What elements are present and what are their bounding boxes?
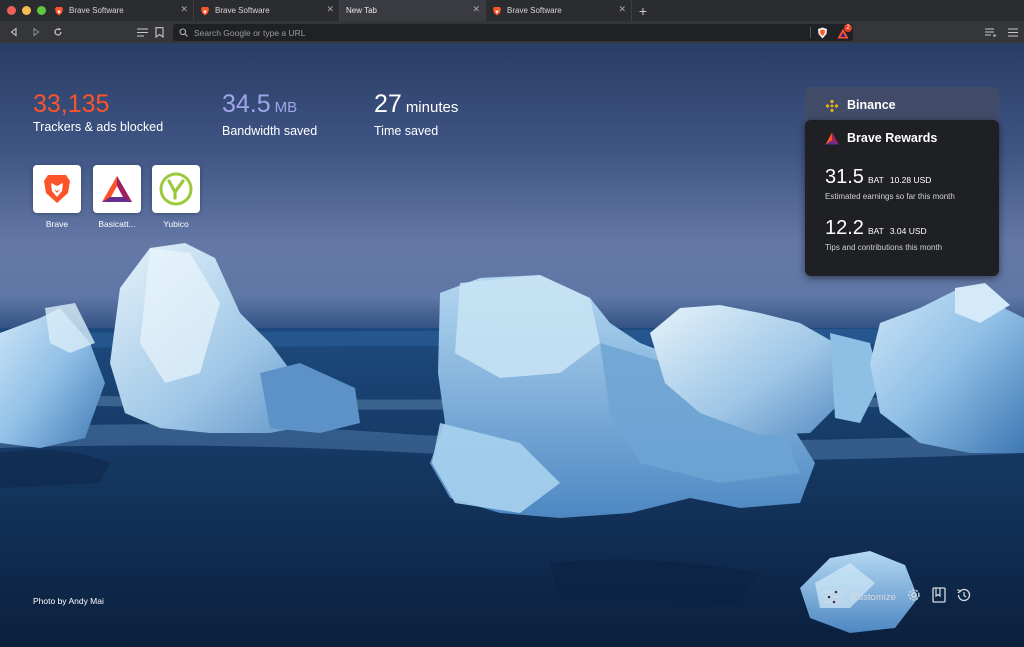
new-tab-button[interactable]: +	[632, 0, 654, 21]
close-tab-icon[interactable]: ✕	[618, 4, 626, 15]
top-site-tile[interactable]	[93, 165, 141, 213]
bat-triangle-icon	[102, 176, 132, 202]
tab-brave-software-2[interactable]: Brave Software ✕	[194, 0, 340, 21]
tips-unit: BAT	[867, 226, 884, 236]
tab-brave-software-1[interactable]: Brave Software ✕	[48, 0, 194, 21]
tab-strip: Brave Software ✕ Brave Software ✕ New Ta…	[0, 0, 1024, 21]
bookmark-icon	[154, 26, 164, 38]
tab-new-tab[interactable]: New Tab ✕	[340, 0, 486, 21]
top-site-tile[interactable]	[152, 165, 200, 213]
brave-lion-icon	[493, 6, 501, 15]
tips-usd: 3.04 USD	[889, 226, 927, 236]
new-tab-page: 33,135 Trackers & ads blocked 34.5 MB Ban…	[0, 43, 1024, 647]
yubico-icon	[159, 172, 193, 206]
reload-icon	[54, 27, 62, 36]
top-site-tile[interactable]	[33, 165, 81, 213]
rewards-title: Brave Rewards	[847, 131, 938, 145]
reading-list-button[interactable]	[980, 21, 1002, 43]
top-site-brave[interactable]: Brave	[33, 165, 81, 229]
top-site-basicattention[interactable]: Basicatt...	[93, 165, 141, 229]
time-label: Time saved	[374, 124, 439, 138]
customize-button[interactable]: Customize	[824, 590, 896, 604]
minimize-window-button[interactable]	[22, 6, 31, 15]
forward-arrow-icon	[33, 27, 40, 37]
gear-icon	[908, 588, 920, 601]
browser-window: Brave Software ✕ Brave Software ✕ New Ta…	[0, 0, 1024, 647]
stat-time: 27 minutes Time saved	[374, 90, 458, 138]
time-value: 27	[374, 90, 402, 118]
tips-amount: 12.2	[825, 217, 864, 239]
close-tab-icon[interactable]: ✕	[180, 4, 188, 15]
divider	[810, 27, 811, 38]
tips-label: Tips and contributions this month	[825, 243, 943, 252]
shield-icon	[818, 27, 827, 39]
stat-bandwidth: 34.5 MB Bandwidth saved	[222, 90, 317, 138]
search-icon	[179, 28, 188, 37]
top-site-label: Basicatt...	[98, 219, 136, 229]
bookmark-button[interactable]	[148, 21, 170, 43]
bandwidth-unit: MB	[274, 99, 298, 116]
reader-list-icon	[136, 27, 148, 37]
bookmarks-book-icon	[932, 586, 946, 603]
close-tab-icon[interactable]: ✕	[326, 4, 334, 15]
playlist-icon	[985, 27, 997, 37]
tab-brave-software-3[interactable]: Brave Software ✕	[486, 0, 632, 21]
top-site-label: Brave	[45, 219, 69, 229]
brave-lion-icon	[201, 6, 209, 15]
earnings-amount: 31.5	[825, 166, 864, 188]
brave-lion-icon	[55, 6, 63, 15]
brave-rewards-widget[interactable]: Brave Rewards 31.5 BAT 10.28 USD Estimated…	[805, 120, 999, 276]
sliders-icon	[824, 590, 842, 604]
address-bar[interactable]: 2	[173, 24, 853, 41]
tab-title: Brave Software	[69, 6, 124, 15]
bookmarks-button[interactable]	[932, 586, 946, 608]
trackers-count: 33,135	[33, 90, 110, 118]
trackers-label: Trackers & ads blocked	[33, 120, 164, 134]
menu-button[interactable]	[1002, 21, 1024, 43]
zoom-window-button[interactable]	[37, 6, 46, 15]
toolbar: 2	[0, 21, 1024, 43]
stat-trackers: 33,135 Trackers & ads blocked	[33, 90, 163, 134]
settings-button[interactable]	[906, 587, 922, 608]
binance-title: Binance	[847, 98, 896, 112]
search-input[interactable]	[194, 27, 754, 38]
top-site-label: Yubico	[163, 219, 189, 229]
reload-button[interactable]	[47, 21, 69, 43]
toolbar-right	[980, 21, 1024, 43]
bandwidth-value: 34.5	[222, 90, 271, 118]
earnings-label: Estimated earnings so far this month	[825, 192, 955, 201]
earnings-usd: 10.28 USD	[889, 175, 932, 185]
earnings-row: 31.5 BAT 10.28 USD Estimated earnings so f…	[825, 166, 955, 201]
back-button[interactable]	[3, 21, 25, 43]
rewards-badge: 2	[844, 24, 852, 32]
brave-lion-icon	[44, 175, 70, 203]
brave-shields-button[interactable]	[817, 26, 828, 44]
hamburger-menu-icon	[1008, 27, 1018, 37]
binance-icon	[825, 99, 839, 113]
brave-rewards-button[interactable]: 2	[837, 24, 852, 44]
window-controls	[0, 0, 48, 21]
close-tab-icon[interactable]: ✕	[472, 4, 480, 15]
back-arrow-icon	[10, 27, 17, 37]
tips-row: 12.2 BAT 3.04 USD Tips and contributions t…	[825, 217, 942, 252]
history-button[interactable]	[956, 587, 972, 608]
bandwidth-label: Bandwidth saved	[222, 124, 318, 138]
tab-title: Brave Software	[507, 6, 562, 15]
close-window-button[interactable]	[7, 6, 16, 15]
photo-credit: Photo by Andy Mai	[33, 596, 104, 606]
time-unit: minutes	[405, 99, 459, 116]
history-clock-icon	[957, 588, 971, 601]
bat-triangle-icon	[825, 132, 839, 145]
top-site-yubico[interactable]: Yubico	[152, 165, 200, 229]
forward-button[interactable]	[25, 21, 47, 43]
tab-title: Brave Software	[215, 6, 270, 15]
tab-title: New Tab	[346, 6, 377, 15]
bottom-toolbar: Customize	[824, 586, 972, 608]
customize-label: Customize	[851, 591, 896, 603]
earnings-unit: BAT	[867, 175, 884, 185]
